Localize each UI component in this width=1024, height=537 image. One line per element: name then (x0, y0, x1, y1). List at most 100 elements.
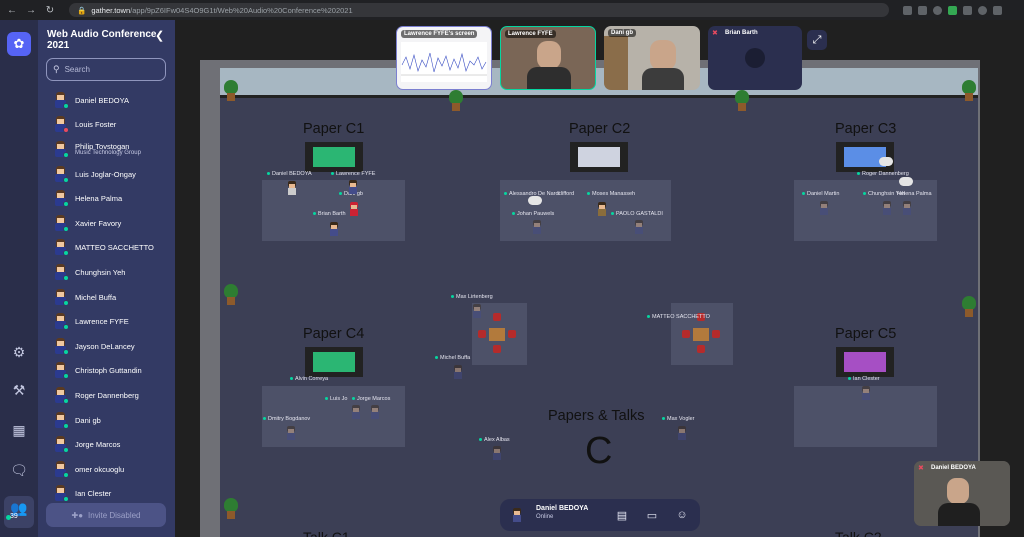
video-tile-brian[interactable]: ✖ Brian Barth (708, 26, 802, 90)
search-box[interactable]: ⚲ (46, 58, 166, 81)
map-label-johan: Johan Pauwels (512, 211, 554, 217)
avatar-luis[interactable] (351, 405, 361, 419)
participant-row[interactable]: omer okcuoglu (38, 457, 175, 482)
plant-decoration (960, 80, 978, 102)
chat-icon[interactable]: 🗨 (9, 460, 29, 480)
bottom-toolbar: Daniel BEDOYA Online ▤ ▭ ☺ (500, 499, 700, 531)
status-dot (63, 447, 69, 454)
checkbox-extension-icon[interactable] (948, 5, 957, 15)
presentation-board-c4[interactable] (305, 347, 363, 377)
avatar-helena[interactable] (902, 201, 912, 215)
participant-avatar (53, 165, 69, 183)
map-icon[interactable]: ▤ (614, 507, 630, 523)
calendar-icon[interactable]: ▦ (9, 420, 29, 440)
self-name[interactable]: Daniel BEDOYA (536, 505, 588, 512)
chair (712, 330, 720, 338)
presentation-board-c2[interactable] (570, 142, 628, 172)
map-label-matteo: MATTEO SACCHETTO (647, 314, 710, 320)
avatar-chunghsin[interactable] (882, 201, 892, 215)
map-label-luis: Luis Jo (325, 396, 347, 402)
top-wall-strip (220, 68, 978, 98)
participant-row[interactable]: Philip Tovstogan Music Technology Group (38, 137, 175, 162)
avatar-dani[interactable] (349, 202, 359, 216)
participant-row[interactable]: Daniel BEDOYA (38, 88, 175, 113)
participant-row[interactable]: Jorge Marcos (38, 432, 175, 457)
talks-area-letter: C (585, 430, 613, 472)
presentation-board-c5[interactable] (836, 347, 894, 377)
room-title-c5: Paper C5 (835, 326, 897, 342)
avatar-jorge[interactable] (370, 405, 380, 419)
participant-row[interactable]: Roger Dannenberg (38, 383, 175, 408)
self-status[interactable]: Online (536, 514, 553, 520)
reload-icon[interactable]: ↻ (43, 3, 57, 17)
expand-videos-icon[interactable]: ⤢ (807, 30, 827, 50)
avatar-dmitry[interactable] (286, 426, 296, 440)
talks-area-title: Papers & Talks (548, 408, 645, 424)
video-label-lawrence: Lawrence FYFE (505, 30, 556, 38)
map-label-alvin: Alvin Correya (290, 376, 328, 382)
participant-name: Jayson DeLancey (75, 341, 135, 351)
back-icon[interactable]: ← (5, 3, 19, 17)
avatar-max-l[interactable] (472, 304, 482, 318)
avatar-alex[interactable] (492, 446, 502, 460)
avatar-max-v[interactable] (677, 426, 687, 440)
self-avatar[interactable] (512, 508, 522, 522)
room-title-talk-c2: Talk C2 (835, 529, 882, 537)
avatar-johan[interactable] (532, 220, 542, 234)
status-dot (63, 102, 69, 109)
address-bar[interactable]: 🔒 gather.town /app/9pZ6IFw04S4O9G1t/Web%… (69, 3, 889, 17)
participant-row[interactable]: Jayson DeLancey (38, 334, 175, 359)
participant-row[interactable]: MATTEO SACCHETTO (38, 236, 175, 261)
speech-bubble (899, 177, 913, 186)
plant-decoration (733, 90, 751, 112)
avatar-ian[interactable] (861, 386, 871, 400)
video-label-brian: Brian Barth (725, 30, 758, 36)
screen-share-icon[interactable]: ▭ (644, 507, 660, 523)
plant-decoration (222, 80, 240, 102)
self-video[interactable]: ✖ Daniel BEDOYA (914, 461, 1010, 526)
gather-logo-icon[interactable]: ✿ (7, 32, 31, 56)
url-host: gather.town (91, 5, 131, 15)
video-label-self: Daniel BEDOYA (931, 465, 976, 471)
avatar-moses[interactable] (597, 202, 607, 216)
participant-row[interactable]: Helena Palma (38, 186, 175, 211)
search-input[interactable] (64, 65, 160, 74)
participant-row[interactable]: Christoph Guttandin (38, 359, 175, 384)
github-extension-icon[interactable] (933, 5, 942, 15)
avatar-daniel-self[interactable] (287, 181, 297, 195)
puzzle-extensions-icon[interactable] (963, 5, 972, 15)
forward-icon[interactable]: → (24, 3, 38, 17)
build-hammer-icon[interactable]: ⚒ (9, 380, 29, 400)
participant-row[interactable]: Dani gb (38, 408, 175, 433)
participant-row[interactable]: Xavier Favory (38, 211, 175, 236)
presentation-board-c1[interactable] (305, 142, 363, 172)
emoji-icon[interactable]: ☺ (674, 507, 690, 523)
profile-avatar-icon[interactable] (978, 5, 987, 15)
avatar-brian[interactable] (329, 222, 339, 236)
map-canvas[interactable]: Paper C1 Paper C2 Paper C3 Paper C4 Pape… (175, 20, 1024, 537)
star-icon[interactable] (918, 5, 927, 15)
video-participant (537, 41, 561, 69)
collapse-panel-icon[interactable]: ❮ (155, 29, 164, 42)
invite-button[interactable]: ✚● Invite Disabled (46, 503, 166, 527)
avatar-lawrence[interactable] (348, 180, 358, 194)
participants-panel: Web Audio Conference 2021 ❮ ⚲ Daniel BED… (38, 20, 204, 537)
video-tile-screen-share[interactable]: Lawrence FYFE's screen (396, 26, 492, 90)
participant-row[interactable]: Luis Joglar-Ongay (38, 162, 175, 187)
participant-row[interactable]: Lawrence FYFE (38, 309, 175, 334)
camera-extension-icon[interactable] (903, 5, 912, 15)
settings-gear-icon[interactable]: ⚙ (9, 342, 29, 362)
menu-kebab-icon[interactable] (993, 5, 1002, 15)
map-label-moses: Moses Manasseh (587, 191, 635, 197)
participant-row[interactable]: Michel Buffa (38, 285, 175, 310)
video-tile-dani[interactable]: Dani gb (604, 26, 700, 90)
participant-avatar (53, 337, 69, 355)
avatar-michel[interactable] (453, 365, 463, 379)
map-label-lawrence: Lawrence FYFE (331, 171, 375, 177)
video-tile-lawrence[interactable]: Lawrence FYFE (500, 26, 596, 90)
status-dot (63, 225, 69, 232)
avatar-paolo[interactable] (634, 220, 644, 234)
avatar-danielm[interactable] (819, 201, 829, 215)
participant-row[interactable]: Chunghsin Yeh (38, 260, 175, 285)
participant-row[interactable]: Louis Foster (38, 113, 175, 138)
